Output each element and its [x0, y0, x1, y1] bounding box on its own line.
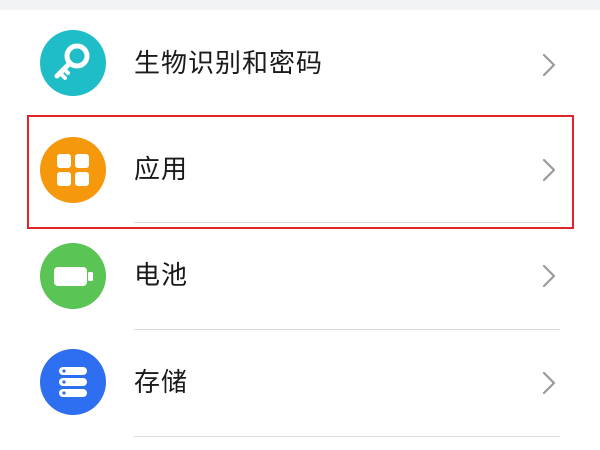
apps-grid-icon: [40, 137, 106, 203]
storage-icon: [40, 349, 106, 415]
chevron-right-icon: [542, 371, 556, 395]
settings-item-biometrics-password[interactable]: 生物识别和密码: [0, 11, 600, 117]
settings-item-label: 存储: [134, 368, 189, 398]
battery-icon: [40, 243, 106, 309]
settings-item-label: 电池: [134, 261, 189, 291]
settings-item-storage[interactable]: 存储: [0, 330, 600, 436]
settings-item-label: 生物识别和密码: [134, 49, 324, 79]
settings-item-battery[interactable]: 电池: [0, 223, 600, 329]
settings-item-apps[interactable]: 应用: [0, 117, 600, 223]
chevron-right-icon: [542, 53, 556, 77]
divider: [134, 436, 560, 437]
key-icon: [40, 30, 106, 96]
chevron-right-icon: [542, 158, 556, 182]
chevron-right-icon: [542, 264, 556, 288]
settings-item-label: 应用: [134, 155, 189, 185]
settings-screen: 生物识别和密码 应用 电池 存储: [0, 0, 600, 450]
top-band: [0, 0, 600, 10]
